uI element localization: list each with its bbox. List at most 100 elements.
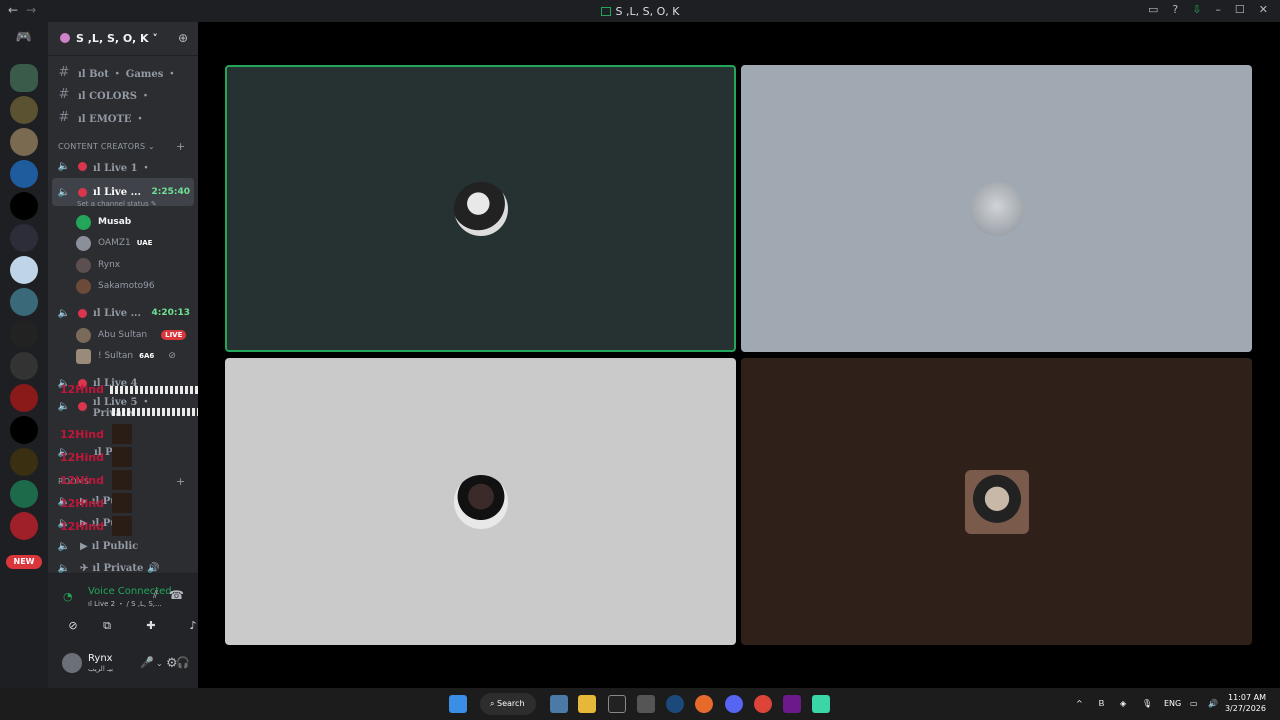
discord-taskbar-icon[interactable]: [725, 695, 743, 713]
noise-suppression-icon[interactable]: ⫽: [153, 588, 158, 602]
server-name-text: S ,L, S, O, K: [76, 32, 149, 45]
hash-icon: #: [58, 86, 70, 102]
server-icon-6[interactable]: [10, 224, 38, 252]
tray-volume-icon[interactable]: 🔊: [1208, 699, 1218, 708]
voice-user-abu-sultan[interactable]: Abu Sultan LIVE: [76, 326, 194, 344]
voice-user-oamz1[interactable]: OAMZ1 UAE: [76, 234, 194, 252]
taskbar-search[interactable]: ⌕ Search: [480, 693, 536, 715]
tray-app-icon[interactable]: Ᏼ: [1099, 699, 1104, 709]
participant-tile-3[interactable]: [225, 358, 736, 645]
participant-tile-2[interactable]: [741, 65, 1252, 352]
start-icon[interactable]: [449, 695, 467, 713]
app-icon[interactable]: [812, 695, 830, 713]
user-panel-name[interactable]: Rynx: [88, 653, 113, 664]
speaker-on-icon: 🔊: [147, 562, 160, 574]
mic-options-chevron-icon[interactable]: ⌄: [156, 659, 163, 668]
window-title: S ,L, S, O, K: [0, 5, 1280, 18]
close-icon[interactable]: ✕: [1259, 3, 1268, 16]
tray-network-icon[interactable]: ◈: [1120, 699, 1126, 708]
voice-user-sultan[interactable]: ! Sultan 6A6 ⊘: [76, 347, 194, 365]
channel-label: ıl Live ...: [93, 307, 142, 319]
channel-emote[interactable]: # ıl EMOTE ・: [52, 107, 194, 127]
add-member-icon[interactable]: ⊕: [178, 31, 188, 45]
taskbar-clock[interactable]: 11:07 AM 3/27/2026: [1225, 692, 1266, 714]
minimize-icon[interactable]: –: [1215, 3, 1221, 16]
deafened-icon: ⊘: [168, 351, 176, 361]
voice-channel-live-1[interactable]: 🔈 ıl Live 1 ・: [52, 156, 194, 176]
next-app-icon[interactable]: [783, 695, 801, 713]
voice-connected-title[interactable]: Voice Connected: [88, 586, 172, 597]
firefox-icon[interactable]: [695, 695, 713, 713]
voice-user-sakamoto96[interactable]: Sakamoto96: [76, 277, 194, 295]
avatar: [76, 214, 91, 230]
voice-connected-subtitle[interactable]: ıl Live 2 ・ / S ,L, S,...: [88, 599, 162, 609]
server-icon-9[interactable]: [10, 320, 38, 348]
channel-bot-games[interactable]: # ıl Bot ・ Games ・: [52, 62, 194, 82]
unity-icon[interactable]: [637, 695, 655, 713]
activities-button[interactable]: ✚: [136, 616, 166, 636]
overlay-text-4: 12Hind: [60, 474, 104, 487]
voice-user-rynx[interactable]: Rynx: [76, 256, 194, 274]
tray-mic-icon[interactable]: 🎙: [1142, 699, 1152, 708]
red-dot-icon: [78, 187, 87, 197]
server-icon-14[interactable]: [10, 480, 38, 508]
user-name: Musab: [98, 217, 132, 227]
participant-avatar: [453, 181, 508, 236]
server-icon-8[interactable]: [10, 288, 38, 316]
server-icon-5[interactable]: [10, 192, 38, 220]
speaker-icon: 🔈: [57, 307, 71, 319]
participant-tile-4[interactable]: [741, 358, 1252, 645]
microphone-icon[interactable]: 🎤: [140, 656, 154, 669]
server-icon-2[interactable]: [10, 96, 38, 124]
steam-icon[interactable]: [666, 695, 684, 713]
server-header[interactable]: S ,L, S, O, K ˅ ⊕: [48, 22, 198, 56]
taskbar: ⌕ Search ^ Ᏼ ◈ 🎙 ENG ▭ 🔊 11:07 AM 3/27/20…: [0, 688, 1280, 720]
inbox-icon[interactable]: ▭: [1148, 3, 1158, 16]
tray-chevron-icon[interactable]: ^: [1076, 699, 1083, 708]
epic-games-icon[interactable]: [608, 695, 626, 713]
server-icon-3[interactable]: [10, 128, 38, 156]
maximize-icon[interactable]: ☐: [1235, 3, 1245, 16]
widgets-icon[interactable]: [550, 695, 568, 713]
window-icon: [600, 7, 611, 16]
discord-home-icon[interactable]: 🎮: [11, 30, 37, 48]
voice-channel-live-3[interactable]: 🔈 ıl Live ... 4:20:13: [52, 303, 194, 323]
channel-label: ıl Private: [92, 562, 144, 574]
server-icon-4[interactable]: [10, 160, 38, 188]
disconnect-icon[interactable]: ☎: [169, 588, 184, 602]
avatar: [76, 257, 91, 273]
chrome-icon[interactable]: [754, 695, 772, 713]
server-icon-11[interactable]: [10, 384, 38, 412]
server-icon-1[interactable]: [10, 64, 38, 92]
participant-tile-1[interactable]: [225, 65, 736, 352]
channel-status-hint[interactable]: Set a channel status ✎: [77, 200, 157, 208]
add-channel-icon[interactable]: +: [176, 140, 185, 153]
help-icon[interactable]: ?: [1172, 3, 1178, 16]
channel-colors[interactable]: # ıl COLORS ・: [52, 84, 194, 104]
voice-channel-public[interactable]: 🔈 ▶ ıl Public: [52, 536, 194, 556]
file-explorer-icon[interactable]: [578, 695, 596, 713]
add-channel-icon[interactable]: +: [176, 475, 185, 488]
soundboard-button[interactable]: ♪: [178, 616, 198, 636]
tray-wifi-icon[interactable]: ▭: [1190, 699, 1198, 708]
server-icon-13[interactable]: [10, 448, 38, 476]
titlebar-controls: ▭ ? ⇩ – ☐ ✕: [1148, 3, 1268, 16]
language-indicator[interactable]: ENG: [1164, 699, 1181, 708]
camera-toggle-button[interactable]: ⊘: [58, 616, 88, 636]
download-icon[interactable]: ⇩: [1192, 3, 1201, 16]
clock-time: 11:07 AM: [1228, 693, 1266, 702]
server-icon-12[interactable]: [10, 416, 38, 444]
voice-user-musab[interactable]: Musab: [76, 213, 194, 231]
screen-share-button[interactable]: ⧉: [92, 616, 122, 636]
headphones-icon[interactable]: 🎧: [176, 656, 190, 669]
user-avatar[interactable]: [62, 653, 82, 673]
server-icon-7[interactable]: [10, 256, 38, 284]
server-icon-15[interactable]: [10, 512, 38, 540]
settings-gear-icon[interactable]: ⚙: [166, 656, 178, 671]
channel-label: ıl Bot ・ Games ・: [78, 68, 177, 80]
user-tag: 6A6: [139, 352, 155, 360]
user-name: Sakamoto96: [98, 281, 155, 291]
category-content-creators[interactable]: CONTENT CREATORS ⌄ +: [58, 140, 185, 153]
red-dot-icon: [78, 161, 87, 171]
server-icon-10[interactable]: [10, 352, 38, 380]
